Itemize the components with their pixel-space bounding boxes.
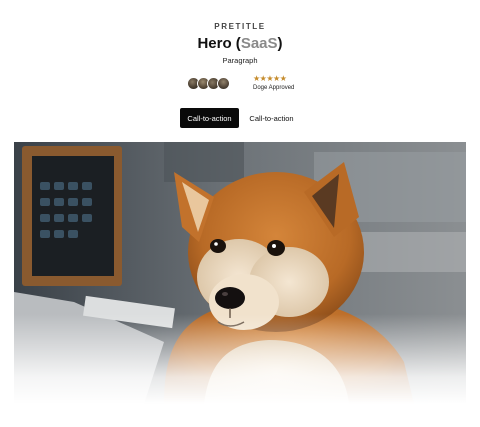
pretitle: PRETITLE xyxy=(214,22,266,31)
star-rating-icon: ★★★★★ xyxy=(253,74,287,83)
hero-section: PRETITLE Hero (SaaS) Paragraph ★★★★★ Dog… xyxy=(0,0,480,427)
avatar-group xyxy=(187,77,243,91)
hero-title: Hero (SaaS) xyxy=(0,35,480,52)
rating-label: Doge Approved xyxy=(253,85,295,91)
primary-cta-button[interactable]: Call-to-action xyxy=(180,108,239,128)
hero-image xyxy=(14,142,466,404)
image-fade-overlay xyxy=(14,314,466,404)
secondary-cta-button[interactable]: Call-to-action xyxy=(242,108,301,128)
title-main: Hero ( xyxy=(197,35,241,52)
social-proof: ★★★★★ Doge Approved xyxy=(187,73,307,95)
hero-paragraph: Paragraph xyxy=(222,56,258,65)
avatar xyxy=(217,77,230,90)
title-end: ) xyxy=(277,35,283,52)
title-accent: SaaS xyxy=(240,35,278,52)
